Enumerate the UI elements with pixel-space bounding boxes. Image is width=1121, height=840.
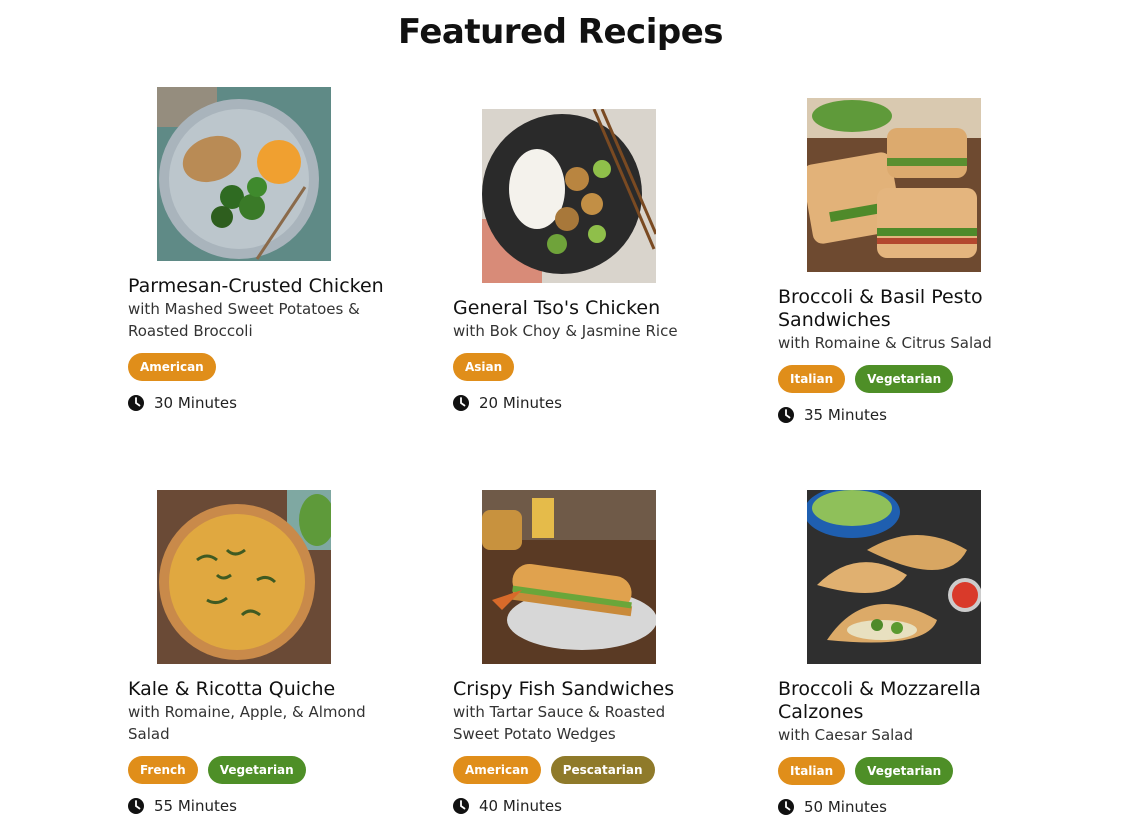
recipe-name[interactable]: Crispy Fish Sandwiches — [453, 678, 713, 701]
quiche-image[interactable] — [157, 490, 331, 664]
cook-time: 20 Minutes — [453, 394, 713, 412]
cook-time-label: 50 Minutes — [804, 798, 887, 816]
recipe-card[interactable]: General Tso's Chicken with Bok Choy & Ja… — [453, 109, 713, 412]
clock-icon — [778, 799, 794, 815]
tag-italian[interactable]: Italian — [778, 757, 846, 785]
fish-sandwich-image[interactable] — [482, 490, 656, 664]
cook-time: 55 Minutes — [128, 797, 388, 815]
recipe-card[interactable]: Parmesan-Crusted Chicken with Mashed Swe… — [128, 87, 388, 412]
recipe-name[interactable]: Broccoli & Basil Pesto Sandwiches — [778, 286, 1038, 332]
recipe-subtitle: with Bok Choy & Jasmine Rice — [453, 322, 678, 340]
recipe-card[interactable]: Broccoli & Basil Pesto Sandwiches with R… — [778, 98, 1038, 424]
calzone-image[interactable] — [807, 490, 981, 664]
sandwich-image[interactable] — [807, 98, 981, 272]
recipe-subtitle: with Tartar Sauce & Roasted Sweet Potato… — [453, 703, 666, 743]
cook-time-label: 20 Minutes — [479, 394, 562, 412]
recipe-name[interactable]: General Tso's Chicken — [453, 297, 713, 320]
recipe-name[interactable]: Kale & Ricotta Quiche — [128, 678, 388, 701]
recipe-subtitle: with Mashed Sweet Potatoes & Roasted Bro… — [128, 300, 360, 340]
tag-asian[interactable]: Asian — [453, 353, 515, 381]
recipe-name[interactable]: Parmesan-Crusted Chicken — [128, 275, 388, 298]
tag-list: Italian Vegetarian — [778, 757, 1038, 785]
tag-vegetarian[interactable]: Vegetarian — [855, 757, 954, 785]
tag-list: Asian — [453, 353, 713, 381]
tag-vegetarian[interactable]: Vegetarian — [855, 365, 954, 393]
cook-time: 35 Minutes — [778, 406, 1038, 424]
chicken-plate-image[interactable] — [157, 87, 331, 261]
tag-american[interactable]: American — [453, 756, 541, 784]
tag-american[interactable]: American — [128, 353, 216, 381]
tag-list: French Vegetarian — [128, 756, 388, 784]
clock-icon — [453, 798, 469, 814]
stir-fry-image[interactable] — [482, 109, 656, 283]
tag-pescatarian[interactable]: Pescatarian — [550, 756, 655, 784]
page-title: Featured Recipes — [398, 12, 724, 52]
tag-french[interactable]: French — [128, 756, 198, 784]
clock-icon — [128, 395, 144, 411]
clock-icon — [128, 798, 144, 814]
cook-time: 30 Minutes — [128, 394, 388, 412]
recipe-subtitle: with Romaine & Citrus Salad — [778, 334, 992, 352]
tag-vegetarian[interactable]: Vegetarian — [207, 756, 306, 784]
clock-icon — [453, 395, 469, 411]
tag-list: American Pescatarian — [453, 756, 713, 784]
recipe-card[interactable]: Broccoli & Mozzarella Calzones with Caes… — [778, 490, 1038, 816]
recipe-subtitle: with Romaine, Apple, & Almond Salad — [128, 703, 366, 743]
cook-time: 50 Minutes — [778, 798, 1038, 816]
tag-italian[interactable]: Italian — [778, 365, 846, 393]
cook-time-label: 35 Minutes — [804, 406, 887, 424]
cook-time-label: 40 Minutes — [479, 797, 562, 815]
tag-list: American — [128, 353, 388, 381]
clock-icon — [778, 407, 794, 423]
recipe-name[interactable]: Broccoli & Mozzarella Calzones — [778, 678, 1038, 724]
recipe-card[interactable]: Kale & Ricotta Quiche with Romaine, Appl… — [128, 490, 388, 815]
recipe-subtitle: with Caesar Salad — [778, 726, 914, 744]
cook-time-label: 55 Minutes — [154, 797, 237, 815]
cook-time: 40 Minutes — [453, 797, 713, 815]
cook-time-label: 30 Minutes — [154, 394, 237, 412]
tag-list: Italian Vegetarian — [778, 365, 1038, 393]
recipe-card[interactable]: Crispy Fish Sandwiches with Tartar Sauce… — [453, 490, 713, 815]
